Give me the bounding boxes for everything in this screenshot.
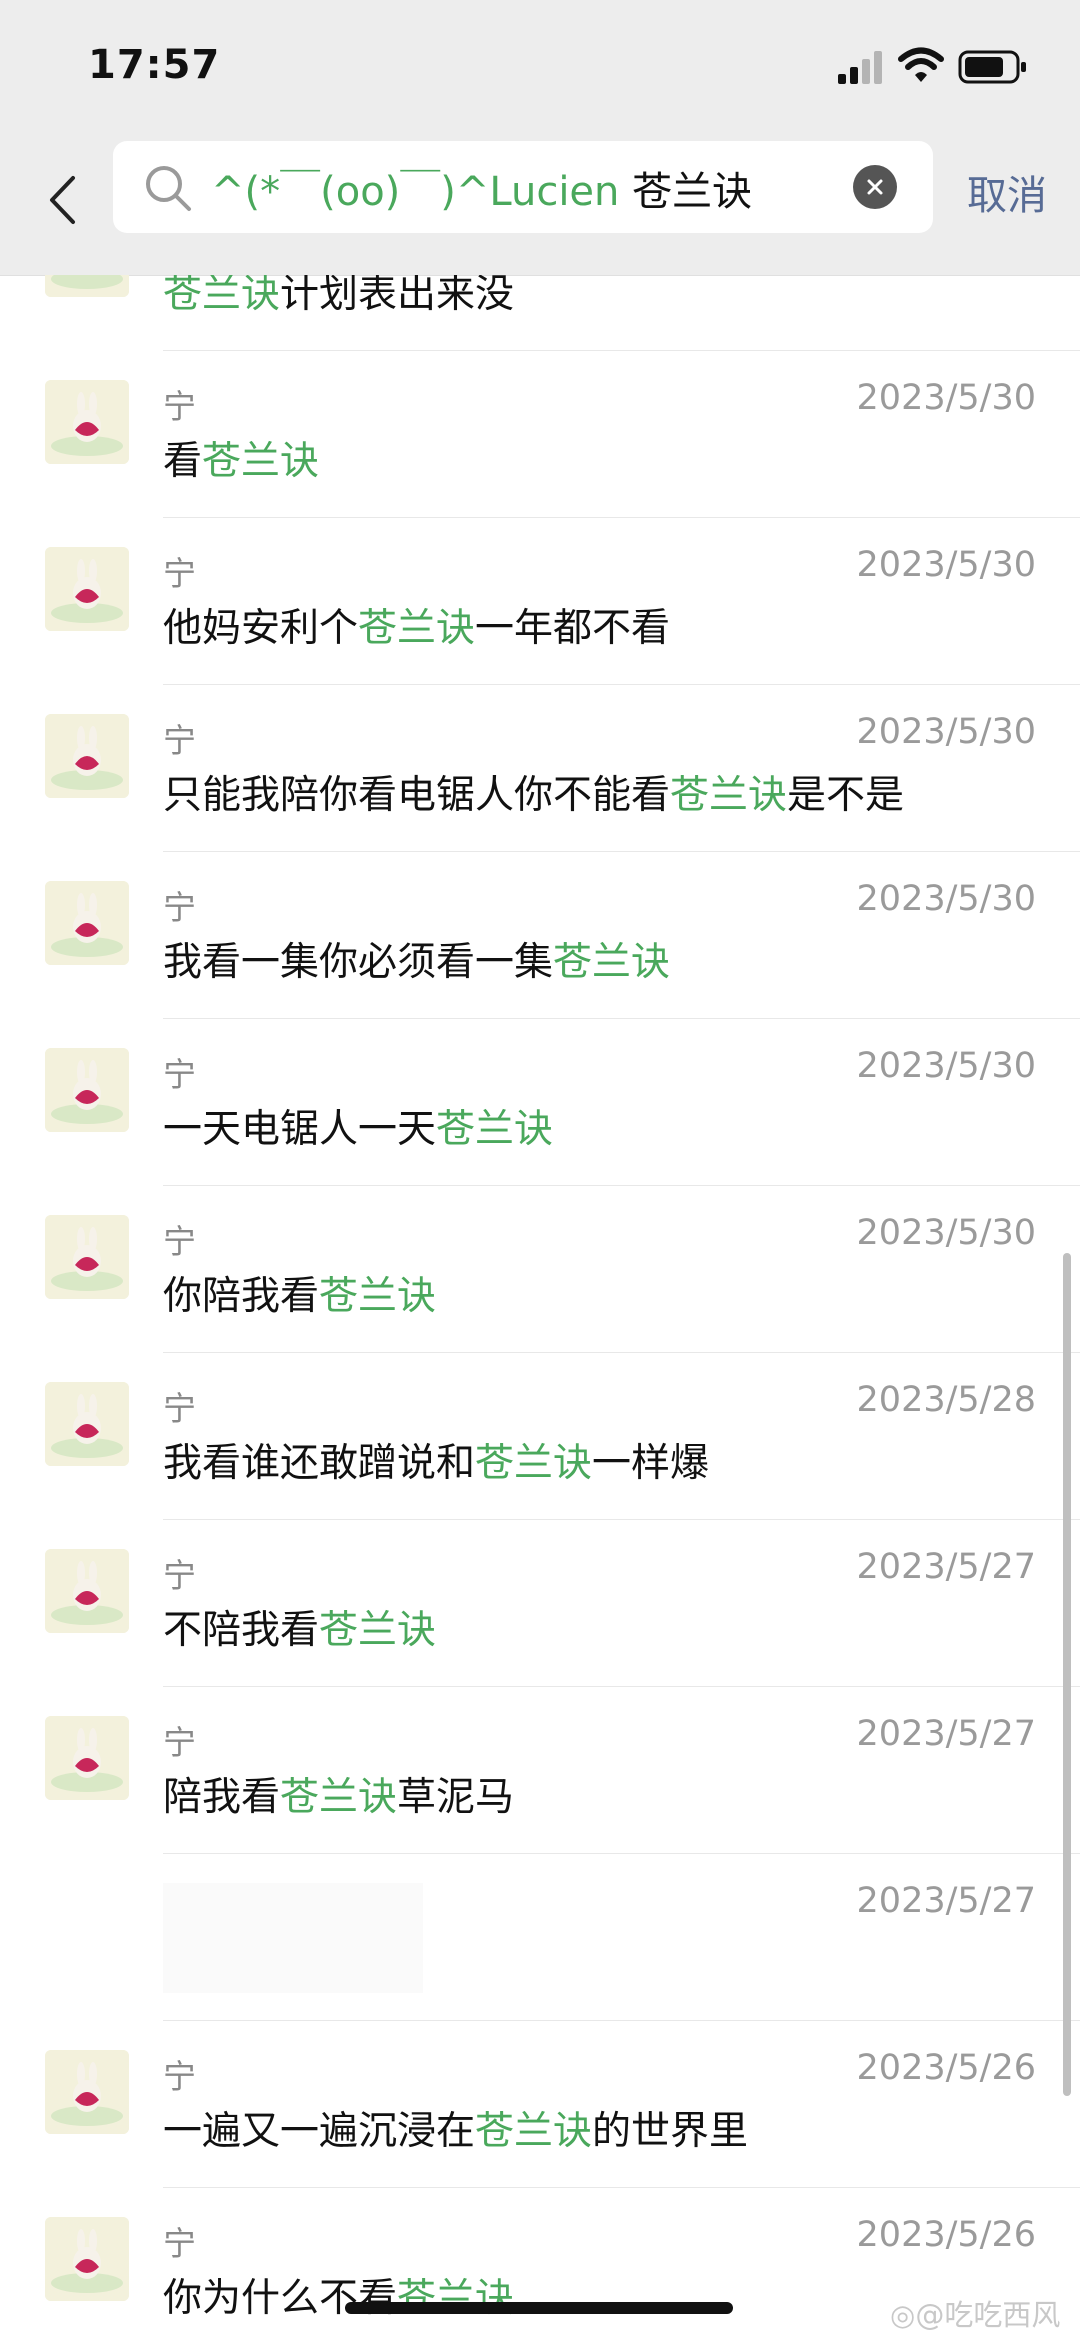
- sender-name: 宁: [163, 721, 196, 760]
- result-row[interactable]: 宁 2023/5/30 我看一集你必须看一集苍兰诀: [0, 851, 1080, 1019]
- sender-name: 宁: [163, 2057, 196, 2096]
- result-row[interactable]: 宁 2023/5/30 一天电锯人一天苍兰诀: [0, 1018, 1080, 1186]
- bunny-avatar: [45, 1048, 129, 1132]
- result-row[interactable]: 宁 2023/5/30 看苍兰诀: [0, 350, 1080, 518]
- sender-name: 宁: [163, 1556, 196, 1595]
- search-results-list: 苍兰诀计划表出来没 宁 2023/5/30 看苍兰诀 宁 2023/5/30 他…: [0, 275, 1080, 2338]
- bunny-avatar: [45, 380, 129, 464]
- home-indicator[interactable]: [345, 2302, 733, 2314]
- message-date: 2023/5/30: [856, 1213, 1036, 1253]
- search-input[interactable]: ^(*￣(oo)￣)^Lucien 苍兰诀: [113, 141, 933, 233]
- sender-name: 宁: [163, 1723, 196, 1762]
- clear-icon: [867, 179, 883, 195]
- result-row[interactable]: 2023/5/27: [0, 1853, 1080, 2021]
- result-row[interactable]: 宁 2023/5/26 一遍又一遍沉浸在苍兰诀的世界里: [0, 2020, 1080, 2188]
- message-date: 2023/5/26: [856, 2048, 1036, 2088]
- message-text: 一天电锯人一天苍兰诀: [163, 1107, 554, 1152]
- sender-name: 宁: [163, 1055, 196, 1094]
- result-row[interactable]: 宁 2023/5/30 他妈安利个苍兰诀一年都不看: [0, 517, 1080, 685]
- sender-name: 宁: [163, 888, 196, 927]
- scrollbar[interactable]: [1063, 1253, 1071, 2096]
- message-text: 他妈安利个苍兰诀一年都不看: [163, 606, 671, 651]
- message-text: 看苍兰诀: [163, 439, 320, 484]
- signal-icon: [838, 51, 882, 84]
- bunny-avatar: [45, 1382, 129, 1466]
- clear-button[interactable]: [853, 165, 897, 209]
- bunny-avatar: [45, 881, 129, 965]
- message-date: 2023/5/30: [856, 378, 1036, 418]
- message-date: 2023/5/28: [856, 1380, 1036, 1420]
- result-row[interactable]: 宁 2023/5/27 陪我看苍兰诀草泥马: [0, 1686, 1080, 1854]
- message-date: 2023/5/30: [856, 545, 1036, 585]
- search-query[interactable]: ^(*￣(oo)￣)^Lucien 苍兰诀: [211, 159, 752, 217]
- message-date: 2023/5/27: [856, 1714, 1036, 1754]
- message-date: 2023/5/30: [856, 879, 1036, 919]
- message-text: 你为什么不看苍兰诀: [163, 2276, 515, 2321]
- bunny-avatar: [45, 2217, 129, 2301]
- cancel-button[interactable]: 取消: [967, 163, 1047, 221]
- result-row[interactable]: 宁 2023/5/30 你陪我看苍兰诀: [0, 1185, 1080, 1353]
- sender-name: 宁: [163, 2224, 196, 2263]
- weibo-icon: ◎: [890, 2298, 916, 2332]
- result-row[interactable]: 宁 2023/5/30 只能我陪你看电锯人你不能看苍兰诀是不是: [0, 684, 1080, 852]
- message-text: 我看谁还敢蹭说和苍兰诀一样爆: [163, 1441, 710, 1486]
- search-query-keyword: 苍兰诀: [632, 169, 753, 215]
- watermark: ◎@吃吃西风: [890, 2298, 1061, 2332]
- message-date: 2023/5/27: [856, 1547, 1036, 1587]
- bunny-avatar: [45, 2050, 129, 2134]
- search-icon: [146, 166, 191, 211]
- message-date: 2023/5/30: [856, 1046, 1036, 1086]
- message-text: 苍兰诀计划表出来没: [163, 275, 515, 317]
- search-query-contact: ^(*￣(oo)￣)^Lucien: [211, 169, 620, 215]
- back-chevron-icon: [50, 176, 75, 224]
- status-bar: 17:57: [0, 0, 1080, 135]
- message-date: 2023/5/30: [856, 712, 1036, 752]
- message-date: 2023/5/26: [856, 2215, 1036, 2255]
- sender-name: 宁: [163, 1222, 196, 1261]
- status-time: 17:57: [88, 42, 221, 88]
- message-text: 不陪我看苍兰诀: [163, 1608, 437, 1653]
- sender-name: 宁: [163, 1389, 196, 1428]
- message-text: 我看一集你必须看一集苍兰诀: [163, 940, 671, 985]
- result-row[interactable]: 宁 2023/5/28 我看谁还敢蹭说和苍兰诀一样爆: [0, 1352, 1080, 1520]
- back-button[interactable]: [40, 163, 84, 237]
- bunny-avatar: [45, 275, 129, 297]
- redacted-content: [163, 1883, 423, 1993]
- message-text: 一遍又一遍沉浸在苍兰诀的世界里: [163, 2109, 749, 2154]
- result-row[interactable]: 苍兰诀计划表出来没: [0, 275, 1080, 351]
- message-date: 2023/5/27: [856, 1881, 1036, 1921]
- search-header: ^(*￣(oo)￣)^Lucien 苍兰诀 取消: [0, 135, 1080, 276]
- battery-icon: [958, 50, 1026, 84]
- message-text: 陪我看苍兰诀草泥马: [163, 1775, 515, 1820]
- bunny-avatar: [45, 1716, 129, 1800]
- result-row[interactable]: 宁 2023/5/27 不陪我看苍兰诀: [0, 1519, 1080, 1687]
- sender-name: 宁: [163, 554, 196, 593]
- bunny-avatar: [45, 1549, 129, 1633]
- bunny-avatar: [45, 547, 129, 631]
- bunny-avatar: [45, 714, 129, 798]
- sender-name: 宁: [163, 387, 196, 426]
- wifi-icon: [898, 47, 944, 82]
- message-text: 你陪我看苍兰诀: [163, 1274, 437, 1319]
- bunny-avatar: [45, 1215, 129, 1299]
- message-text: 只能我陪你看电锯人你不能看苍兰诀是不是: [163, 773, 905, 818]
